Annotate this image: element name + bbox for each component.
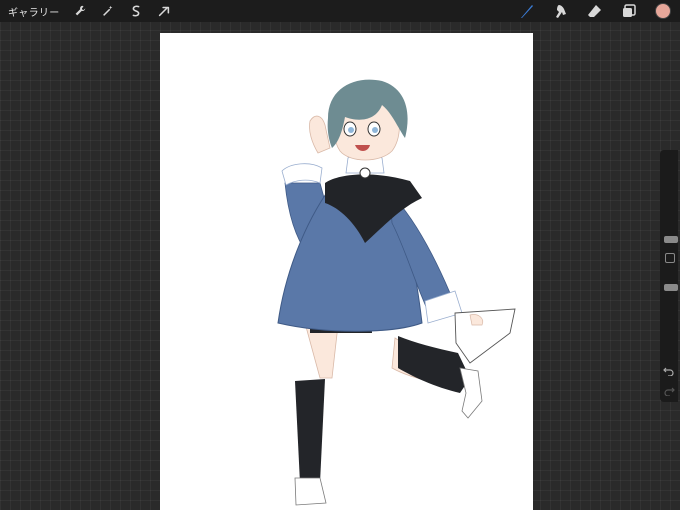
transform-arrow-icon[interactable] bbox=[154, 1, 174, 21]
current-color-swatch bbox=[655, 3, 671, 19]
color-picker-button[interactable] bbox=[652, 1, 674, 21]
undo-icon[interactable] bbox=[663, 366, 675, 376]
brush-opacity-slider-thumb[interactable] bbox=[664, 284, 678, 292]
eraser-icon[interactable] bbox=[584, 1, 606, 21]
smudge-icon[interactable] bbox=[550, 1, 572, 21]
brush-size-slider-thumb[interactable] bbox=[664, 236, 678, 244]
artwork-illustration bbox=[277, 79, 516, 506]
right-tools bbox=[504, 0, 674, 22]
modify-button[interactable] bbox=[665, 253, 675, 263]
top-toolbar: ギャラリー bbox=[0, 0, 680, 22]
selection-icon[interactable] bbox=[126, 1, 146, 21]
brush-icon[interactable] bbox=[516, 1, 538, 21]
drawing-canvas[interactable] bbox=[160, 33, 533, 510]
layers-icon[interactable] bbox=[618, 1, 640, 21]
magic-wand-icon[interactable] bbox=[98, 1, 118, 21]
brush-opacity-slider[interactable] bbox=[662, 268, 678, 356]
brush-sidebar bbox=[660, 150, 678, 402]
brush-size-slider[interactable] bbox=[662, 158, 678, 246]
gallery-button[interactable]: ギャラリー bbox=[8, 4, 60, 19]
redo-icon[interactable] bbox=[663, 386, 675, 396]
wrench-icon[interactable] bbox=[70, 1, 90, 21]
